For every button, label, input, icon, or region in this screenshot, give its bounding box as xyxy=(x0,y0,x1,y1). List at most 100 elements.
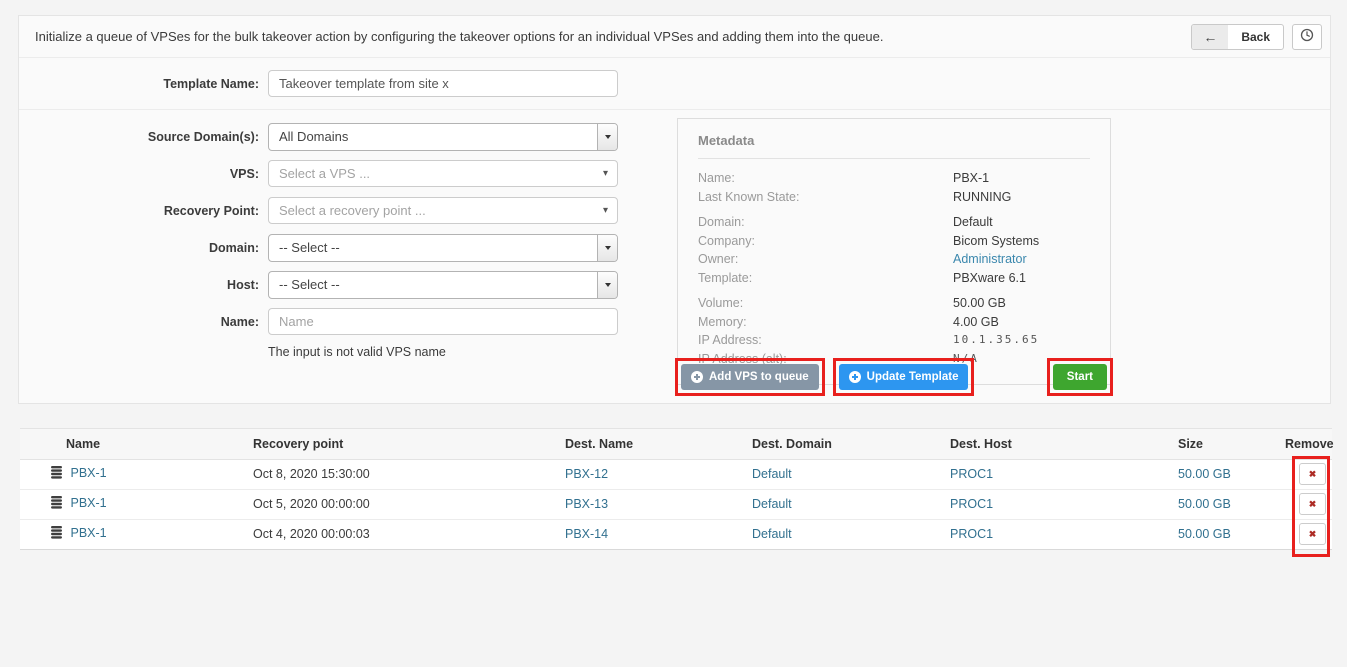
host-value: -- Select -- xyxy=(269,277,597,292)
vps-name-link[interactable]: PBX-1 xyxy=(70,526,106,540)
recovery-point-select[interactable]: Select a recovery point ... ▾ xyxy=(268,197,618,224)
size-value: 50.00 GB xyxy=(1178,527,1231,541)
table-row: PBX-1 Oct 4, 2020 00:00:03 PBX-14 Defaul… xyxy=(20,519,1332,549)
table-row: PBX-1 Oct 5, 2020 00:00:00 PBX-13 Defaul… xyxy=(20,489,1332,519)
metadata-value-template: PBXware 6.1 xyxy=(953,269,1026,288)
remove-button[interactable]: ✖ xyxy=(1299,523,1326,545)
column-header-dest-name: Dest. Name xyxy=(565,429,752,459)
caret-down-icon: ▾ xyxy=(603,168,617,179)
clock-icon xyxy=(1300,28,1314,45)
dest-domain-link[interactable]: Default xyxy=(752,467,792,481)
dest-name-link[interactable]: PBX-14 xyxy=(565,527,608,541)
highlight-box: Add VPS to queue xyxy=(675,358,825,396)
remove-x-icon: ✖ xyxy=(1309,529,1317,540)
remove-x-icon: ✖ xyxy=(1309,469,1317,480)
dest-domain-link[interactable]: Default xyxy=(752,527,792,541)
instruction-row: Initialize a queue of VPSes for the bulk… xyxy=(19,16,1330,58)
domain-label: Domain: xyxy=(19,241,259,255)
highlight-box: Update Template xyxy=(833,358,975,396)
column-header-dest-domain: Dest. Domain xyxy=(752,429,950,459)
template-name-row: Template Name: xyxy=(19,58,1330,110)
plus-circle-icon xyxy=(849,371,861,383)
metadata-label: Domain: xyxy=(698,213,953,232)
recovery-point-value: Oct 5, 2020 00:00:00 xyxy=(253,497,370,511)
vps-stack-icon xyxy=(51,466,62,482)
metadata-label: Owner: xyxy=(698,250,953,269)
dropdown-arrow-icon xyxy=(597,124,617,150)
vps-placeholder: Select a VPS ... xyxy=(269,166,603,181)
template-name-label: Template Name: xyxy=(19,77,259,91)
table-row: PBX-1 Oct 8, 2020 15:30:00 PBX-12 Defaul… xyxy=(20,459,1332,489)
takeover-config-panel: Initialize a queue of VPSes for the bulk… xyxy=(18,15,1331,404)
dest-name-link[interactable]: PBX-13 xyxy=(565,497,608,511)
name-input[interactable] xyxy=(268,308,618,335)
host-label: Host: xyxy=(19,278,259,292)
column-header-recovery-point: Recovery point xyxy=(253,429,565,459)
highlight-box: Start xyxy=(1047,358,1113,396)
back-button-label: Back xyxy=(1228,25,1283,49)
add-vps-label: Add VPS to queue xyxy=(709,371,809,383)
back-button[interactable]: ← Back xyxy=(1191,24,1284,50)
metadata-title: Metadata xyxy=(698,133,1090,159)
column-header-remove: Remove xyxy=(1285,429,1332,459)
metadata-value-state: RUNNING xyxy=(953,188,1011,207)
metadata-label: Memory: xyxy=(698,313,953,332)
source-domains-label: Source Domain(s): xyxy=(19,130,259,144)
queue-table: Name Recovery point Dest. Name Dest. Dom… xyxy=(20,428,1332,550)
back-arrow-icon: ← xyxy=(1192,25,1228,49)
metadata-label: Company: xyxy=(698,232,953,251)
action-buttons-row: Add VPS to queue Update Template Start xyxy=(675,358,1113,396)
recovery-point-value: Oct 4, 2020 00:00:03 xyxy=(253,527,370,541)
dropdown-arrow-icon xyxy=(597,272,617,298)
start-button[interactable]: Start xyxy=(1053,364,1107,390)
dest-host-link[interactable]: PROC1 xyxy=(950,527,993,541)
dropdown-arrow-icon xyxy=(597,235,617,261)
dest-host-link[interactable]: PROC1 xyxy=(950,497,993,511)
domain-value: -- Select -- xyxy=(269,240,597,255)
dest-domain-link[interactable]: Default xyxy=(752,497,792,511)
source-domains-value: All Domains xyxy=(269,129,597,144)
vps-name-link[interactable]: PBX-1 xyxy=(70,496,106,510)
caret-down-icon: ▾ xyxy=(603,205,617,216)
config-body: Source Domain(s): All Domains VPS: Selec… xyxy=(19,110,1330,359)
metadata-value-domain: Default xyxy=(953,213,993,232)
recovery-point-value: Oct 8, 2020 15:30:00 xyxy=(253,467,370,481)
metadata-label: Name: xyxy=(698,169,953,188)
dest-host-link[interactable]: PROC1 xyxy=(950,467,993,481)
remove-button[interactable]: ✖ xyxy=(1299,463,1326,485)
metadata-value-volume: 50.00 GB xyxy=(953,294,1006,313)
vps-name-link[interactable]: PBX-1 xyxy=(70,466,106,480)
metadata-panel: Metadata Name:PBX-1 Last Known State:RUN… xyxy=(677,118,1111,385)
dest-name-link[interactable]: PBX-12 xyxy=(565,467,608,481)
metadata-label: Template: xyxy=(698,269,953,288)
vps-stack-icon xyxy=(51,496,62,512)
name-label: Name: xyxy=(19,315,259,329)
history-button[interactable] xyxy=(1292,24,1322,50)
recovery-point-placeholder: Select a recovery point ... xyxy=(269,203,603,218)
metadata-value-memory: 4.00 GB xyxy=(953,313,999,332)
add-vps-to-queue-button[interactable]: Add VPS to queue xyxy=(681,364,819,390)
domain-select[interactable]: -- Select -- xyxy=(268,234,618,262)
source-domains-select[interactable]: All Domains xyxy=(268,123,618,151)
vps-select[interactable]: Select a VPS ... ▾ xyxy=(268,160,618,187)
remove-button[interactable]: ✖ xyxy=(1299,493,1326,515)
update-template-button[interactable]: Update Template xyxy=(839,364,969,390)
host-select[interactable]: -- Select -- xyxy=(268,271,618,299)
recovery-point-label: Recovery Point: xyxy=(19,204,259,218)
column-header-dest-host: Dest. Host xyxy=(950,429,1178,459)
size-value: 50.00 GB xyxy=(1178,497,1231,511)
vps-label: VPS: xyxy=(19,167,259,181)
metadata-value-name: PBX-1 xyxy=(953,169,989,188)
metadata-value-company: Bicom Systems xyxy=(953,232,1039,251)
owner-link[interactable]: Administrator xyxy=(953,250,1027,269)
metadata-value-ip: 10.1.35.65 xyxy=(953,331,1039,350)
plus-circle-icon xyxy=(691,371,703,383)
table-header-row: Name Recovery point Dest. Name Dest. Dom… xyxy=(20,429,1332,459)
update-template-label: Update Template xyxy=(867,371,959,383)
column-header-name: Name xyxy=(20,429,253,459)
template-name-input[interactable] xyxy=(268,70,618,97)
top-actions: ← Back xyxy=(1191,24,1322,50)
metadata-label: Last Known State: xyxy=(698,188,953,207)
start-label: Start xyxy=(1067,371,1093,383)
metadata-label: Volume: xyxy=(698,294,953,313)
